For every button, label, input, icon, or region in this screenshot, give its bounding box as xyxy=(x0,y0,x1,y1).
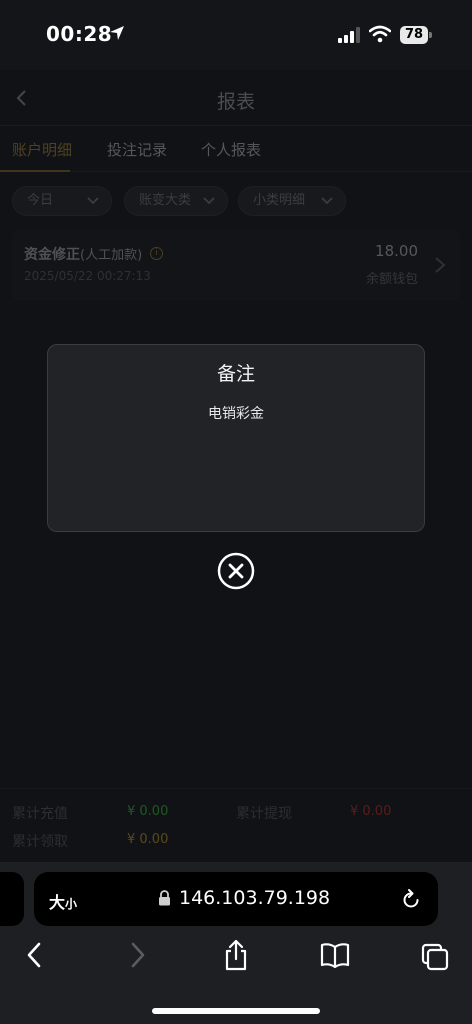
tab-personal-report[interactable]: 个人报表 xyxy=(201,139,261,160)
tab-bar: 账户明细 投注记录 个人报表 xyxy=(0,126,472,172)
filter-category-label: 账变大类 xyxy=(139,193,192,208)
wifi-icon xyxy=(369,25,391,43)
tab-account-details[interactable]: 账户明细 xyxy=(12,139,72,160)
filter-subcategory-label: 小类明细 xyxy=(253,193,306,208)
total-receive-label: 累计领取 xyxy=(12,834,68,850)
record-item[interactable]: 资金修正(人工加款) i 2025/05/22 00:27:13 18.00 余… xyxy=(12,230,460,300)
filter-date-label: 今日 xyxy=(27,193,54,208)
total-recharge-label: 累计充值 xyxy=(12,806,68,822)
record-title-sub: (人工加款) xyxy=(80,248,143,263)
share-icon[interactable] xyxy=(221,938,251,972)
page-title: 报表 xyxy=(216,91,255,113)
record-wallet: 余额钱包 xyxy=(365,272,418,287)
modal-body: 电销彩金 xyxy=(208,406,264,422)
chevron-down-icon xyxy=(321,197,333,205)
address-bar[interactable]: 大小 146.103.79.198 xyxy=(34,872,438,926)
text-size-small: 小 xyxy=(65,897,78,911)
record-amount: 18.00 xyxy=(375,242,418,260)
cellular-signal-icon xyxy=(338,27,360,43)
record-time: 2025/05/22 00:27:13 xyxy=(24,269,151,283)
location-arrow-icon xyxy=(110,26,124,40)
home-indicator[interactable] xyxy=(152,1008,320,1014)
active-tab-indicator xyxy=(0,170,70,172)
previous-tab-preview[interactable] xyxy=(0,872,24,926)
tabs-icon[interactable] xyxy=(420,938,450,972)
summary-bar: 累计充值 ¥ 0.00 累计提现 ¥ 0.00 累计领取 ¥ 0.00 xyxy=(0,788,472,862)
close-icon[interactable] xyxy=(217,552,255,590)
info-icon[interactable]: i xyxy=(150,247,163,260)
filter-subcategory[interactable]: 小类明细 xyxy=(238,186,346,216)
total-recharge-value: ¥ 0.00 xyxy=(127,804,169,819)
reload-icon[interactable] xyxy=(400,888,422,910)
bookmarks-icon[interactable] xyxy=(320,938,350,972)
browser-toolbar: 大小 146.103.79.198 xyxy=(0,862,472,1024)
lock-icon xyxy=(159,890,170,906)
battery-level: 78 xyxy=(400,26,428,44)
tab-bet-records[interactable]: 投注记录 xyxy=(107,139,167,160)
modal-title: 备注 xyxy=(216,363,255,385)
text-size-button[interactable]: 大小 xyxy=(49,889,77,913)
record-title-main: 资金修正 xyxy=(24,247,80,263)
total-withdraw-value: ¥ 0.00 xyxy=(350,804,392,819)
battery-indicator: 78 xyxy=(400,26,432,44)
record-title: 资金修正(人工加款) xyxy=(24,244,142,264)
browser-forward-icon[interactable] xyxy=(122,938,152,972)
url-text: 146.103.79.198 xyxy=(179,887,331,909)
text-size-big: 大 xyxy=(49,893,66,912)
chevron-down-icon xyxy=(203,197,215,205)
filter-date[interactable]: 今日 xyxy=(12,186,112,216)
chevron-right-icon xyxy=(435,257,446,273)
total-withdraw-label: 累计提现 xyxy=(236,806,292,822)
chevron-down-icon xyxy=(87,197,99,205)
nav-bar: 报表 xyxy=(0,70,472,126)
total-receive-value: ¥ 0.00 xyxy=(127,832,169,847)
remark-modal: 备注 电销彩金 xyxy=(47,344,425,532)
status-time: 00:28 xyxy=(46,22,113,46)
browser-back-icon[interactable] xyxy=(20,938,50,972)
filter-category[interactable]: 账变大类 xyxy=(124,186,228,216)
status-bar: 00:28 78 xyxy=(0,0,472,70)
